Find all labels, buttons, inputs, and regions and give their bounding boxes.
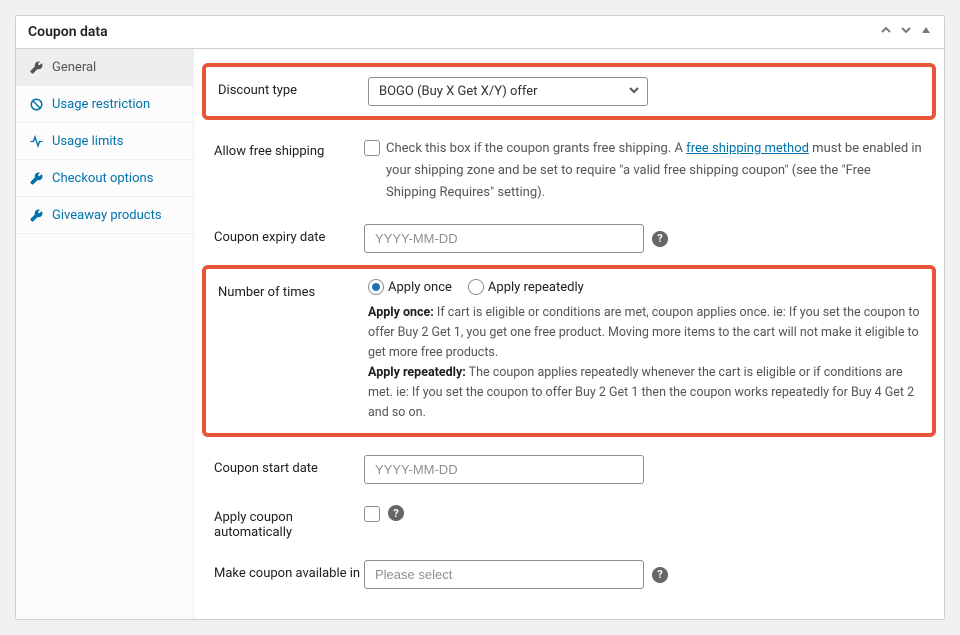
row-expiry-date: Coupon expiry date ? (194, 214, 944, 263)
content-area: Discount type BOGO (Buy X Get X/Y) offer… (194, 49, 944, 619)
panel-body: General Usage restriction Usage limits C… (16, 49, 944, 619)
free-shipping-help: Check this box if the coupon grants free… (386, 138, 924, 204)
panel-header: Coupon data (16, 16, 944, 49)
toggle-panel-icon[interactable] (920, 24, 932, 40)
label-apply-auto: Apply coupon automatically (214, 504, 364, 540)
label-free-shipping: Allow free shipping (214, 138, 364, 159)
free-shipping-link[interactable]: free shipping method (686, 141, 809, 156)
help-icon[interactable]: ? (388, 505, 404, 521)
row-start-date: Coupon start date (194, 445, 944, 494)
sidebar-item-general[interactable]: General (16, 49, 193, 86)
repeat-strong: Apply repeatedly: (368, 365, 466, 380)
panel-title: Coupon data (28, 24, 108, 40)
ban-icon (28, 96, 44, 112)
panel-controls (880, 24, 932, 40)
sidebar-label: Usage restriction (52, 97, 150, 112)
help-text-prefix: Check this box if the coupon grants free… (386, 141, 686, 156)
once-strong: Apply once: (368, 305, 434, 320)
sidebar-label: General (52, 60, 96, 75)
label-start-date: Coupon start date (214, 455, 364, 476)
highlight-number-of-times: Number of times Apply once Apply repeate… (202, 265, 936, 437)
expiry-date-input[interactable] (364, 224, 644, 253)
label-number-of-times: Number of times (218, 279, 368, 300)
label-discount-type: Discount type (218, 77, 368, 98)
move-up-icon[interactable] (880, 24, 892, 40)
apply-once-radio[interactable] (368, 279, 384, 295)
number-of-times-description: Apply once: If cart is eligible or condi… (368, 303, 920, 423)
coupon-data-panel: Coupon data General Usage restriction Us… (15, 15, 945, 620)
settings-icon (28, 170, 44, 186)
sidebar: General Usage restriction Usage limits C… (16, 49, 194, 619)
discount-type-select[interactable]: BOGO (Buy X Get X/Y) offer (368, 77, 648, 106)
sidebar-item-giveaway-products[interactable]: Giveaway products (16, 197, 193, 234)
sidebar-item-checkout-options[interactable]: Checkout options (16, 160, 193, 197)
highlight-discount-type: Discount type BOGO (Buy X Get X/Y) offer (202, 63, 936, 120)
label-expiry-date: Coupon expiry date (214, 224, 364, 245)
row-discount-type: Discount type BOGO (Buy X Get X/Y) offer (218, 73, 920, 110)
help-icon[interactable]: ? (652, 567, 668, 583)
row-number-of-times: Number of times Apply once Apply repeate… (218, 275, 920, 427)
apply-auto-checkbox[interactable] (364, 506, 380, 522)
sidebar-label: Usage limits (52, 134, 123, 149)
help-icon[interactable]: ? (652, 231, 668, 247)
sidebar-item-usage-restriction[interactable]: Usage restriction (16, 86, 193, 123)
sidebar-label: Checkout options (52, 171, 153, 186)
sidebar-item-usage-limits[interactable]: Usage limits (16, 123, 193, 160)
wrench-icon (28, 59, 44, 75)
apply-repeatedly-label: Apply repeatedly (488, 280, 584, 295)
start-date-input[interactable] (364, 455, 644, 484)
row-free-shipping: Allow free shipping Check this box if th… (194, 128, 944, 214)
activity-icon (28, 133, 44, 149)
row-apply-auto: Apply coupon automatically ? (194, 494, 944, 550)
label-available-in: Make coupon available in (214, 560, 364, 581)
sidebar-label: Giveaway products (52, 208, 162, 223)
once-text: If cart is eligible or conditions are me… (368, 305, 920, 360)
free-shipping-checkbox[interactable] (364, 140, 380, 156)
apply-once-label: Apply once (388, 280, 452, 295)
available-in-select[interactable] (364, 560, 644, 589)
apply-repeatedly-radio[interactable] (468, 279, 484, 295)
tool-icon (28, 207, 44, 223)
move-down-icon[interactable] (900, 24, 912, 40)
